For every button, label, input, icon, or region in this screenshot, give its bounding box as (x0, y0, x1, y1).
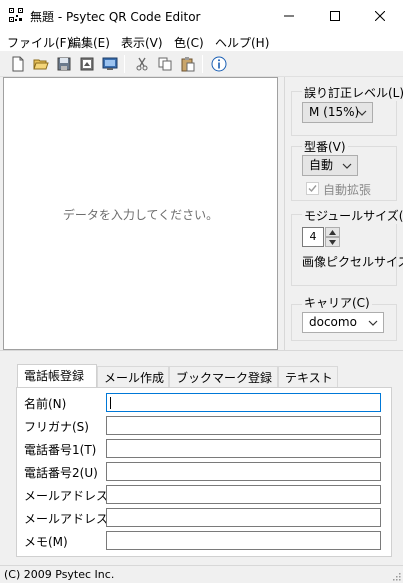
module-size-input[interactable]: 4 (302, 227, 324, 247)
triangle-up-icon (329, 229, 336, 235)
settings-panel: 誤り訂正レベル(L) M (15%) 型番(V) 自動 自動拡張 モジュールサイ… (284, 77, 403, 350)
menu-edit[interactable]: 編集(E) (69, 34, 110, 51)
window-title: 無題 - Psytec QR Code Editor (30, 10, 201, 24)
memo-label: メモ(M) (24, 535, 68, 549)
tab-text[interactable]: テキスト (278, 366, 338, 387)
auto-expand-checkbox[interactable] (306, 182, 319, 195)
menu-file[interactable]: ファイル(F) (7, 34, 71, 51)
pixel-size-label: 画像ピクセルサイズ (302, 255, 403, 269)
qr-code-icon[interactable] (9, 8, 23, 22)
carrier-select[interactable]: docomo (302, 312, 384, 333)
carrier-label: キャリア(C) (302, 294, 372, 311)
menu-help[interactable]: ヘルプ(H) (215, 34, 269, 51)
paste-icon (181, 57, 195, 72)
title-bar: 無題 - Psytec QR Code Editor (0, 0, 403, 32)
about-button[interactable] (209, 54, 229, 74)
triangle-down-icon (329, 239, 336, 245)
resize-grip-icon[interactable] (391, 571, 401, 581)
error-correction-select[interactable]: M (15%) (302, 102, 373, 123)
menu-color[interactable]: 色(C) (174, 34, 204, 51)
open-folder-icon (33, 59, 49, 70)
name-field[interactable] (106, 393, 381, 412)
maximize-icon (330, 11, 340, 21)
copy-button[interactable] (155, 54, 175, 74)
email1-field[interactable] (106, 485, 381, 504)
text-caret (110, 397, 111, 409)
save-icon (57, 57, 71, 71)
error-correction-label: 誤り訂正レベル(L) (302, 84, 403, 101)
cut-icon (136, 57, 148, 71)
toolbar-separator (202, 55, 203, 73)
save-as-image-button[interactable] (77, 54, 97, 74)
maximize-button[interactable] (312, 0, 358, 32)
chevron-down-icon (368, 320, 378, 326)
spin-up-button[interactable] (325, 227, 340, 237)
name-label: 名前(N) (24, 397, 67, 411)
menu-view[interactable]: 表示(V) (121, 34, 163, 51)
screen-icon (102, 57, 118, 70)
status-text: (C) 2009 Psytec Inc. (4, 568, 115, 581)
canvas-placeholder: データを入力してください。 (62, 208, 219, 222)
save-as-image-icon (80, 57, 94, 71)
memo-field[interactable] (106, 531, 381, 550)
phone1-label: 電話番号1(T) (24, 443, 97, 457)
module-size-label: モジュールサイズ(M) (302, 207, 403, 224)
close-icon (375, 11, 385, 21)
furigana-label: フリガナ(S) (24, 420, 89, 434)
model-select[interactable]: 自動 (302, 155, 358, 176)
menu-bar: ファイル(F) 編集(E) 表示(V) 色(C) ヘルプ(H) (0, 32, 403, 51)
input-area: 電話帳登録 メール作成 ブックマーク登録 テキスト 名前(N) フリガナ(S) … (3, 354, 401, 565)
open-button[interactable] (31, 54, 51, 74)
error-correction-value: M (15%) (309, 105, 360, 119)
tab-bookmark[interactable]: ブックマーク登録 (169, 366, 278, 387)
model-label: 型番(V) (302, 138, 348, 155)
toolbar (0, 51, 403, 77)
phone2-field[interactable] (106, 462, 381, 481)
phone1-field[interactable] (106, 439, 381, 458)
toolbar-separator (124, 55, 125, 73)
tab-phonebook[interactable]: 電話帳登録 (17, 364, 97, 388)
save-button[interactable] (54, 54, 74, 74)
status-bar: (C) 2009 Psytec Inc. (0, 565, 403, 583)
auto-expand-label: 自動拡張 (323, 183, 372, 197)
spin-down-button[interactable] (325, 237, 340, 247)
close-button[interactable] (357, 0, 403, 32)
new-button[interactable] (8, 54, 28, 74)
furigana-field[interactable] (106, 416, 381, 435)
screen-button[interactable] (100, 54, 120, 74)
module-size-group (291, 214, 397, 286)
paste-button[interactable] (178, 54, 198, 74)
tab-mail[interactable]: メール作成 (97, 366, 169, 387)
model-value: 自動 (309, 158, 334, 172)
checkmark-icon (308, 185, 317, 193)
minimize-button[interactable] (266, 0, 312, 32)
tab-panel-phonebook: 名前(N) フリガナ(S) 電話番号1(T) 電話番号2(U) メールアドレス1… (16, 387, 392, 557)
minimize-icon (284, 15, 294, 17)
chevron-down-icon (357, 110, 367, 116)
info-icon (211, 56, 227, 72)
new-file-icon (12, 56, 24, 72)
copy-icon (158, 57, 172, 71)
cut-button[interactable] (132, 54, 152, 74)
chevron-down-icon (342, 163, 352, 169)
email2-field[interactable] (106, 508, 381, 527)
carrier-value: docomo (309, 315, 357, 329)
phone2-label: 電話番号2(U) (24, 466, 98, 480)
qr-preview-canvas: データを入力してください。 (3, 77, 278, 350)
